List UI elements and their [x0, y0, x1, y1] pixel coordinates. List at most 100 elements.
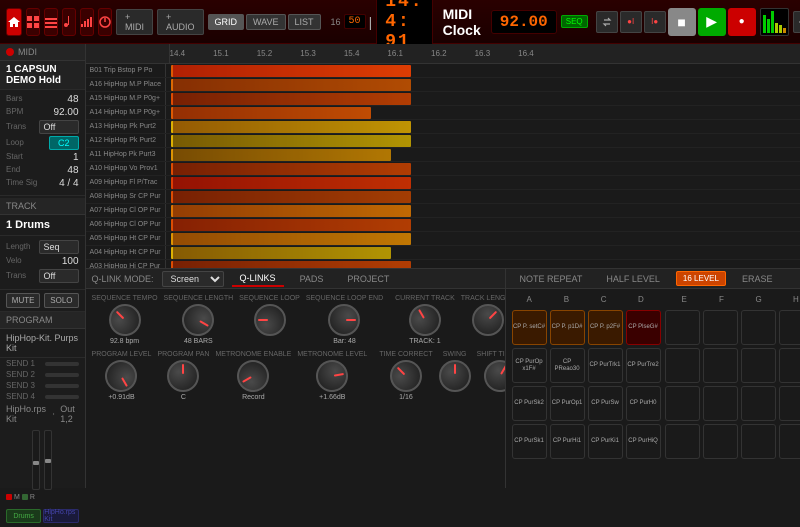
pad-c2[interactable]: CP PurTrk1 [588, 348, 623, 383]
track-clips-a04[interactable] [166, 246, 800, 259]
wave-tab[interactable]: WAVE [246, 14, 286, 30]
track-clips-a10[interactable] [166, 162, 800, 175]
home-button[interactable] [6, 8, 22, 36]
punch-in-button[interactable]: ●I [620, 11, 642, 33]
pad-f2[interactable] [703, 348, 738, 383]
pad-b1[interactable]: CP P. p1D# [550, 310, 585, 345]
pad-g3[interactable] [741, 386, 776, 421]
program-level-knob[interactable] [100, 354, 144, 398]
track-clips-b01[interactable] [166, 64, 800, 77]
kit-pad[interactable]: HipHo.rps Kit [43, 509, 78, 523]
m-button[interactable]: M [14, 494, 20, 501]
seq-length-knob[interactable] [176, 298, 220, 342]
pad-d4[interactable]: CP PurHiQ [626, 424, 661, 459]
pad-h1[interactable] [779, 310, 800, 345]
track-clips-a06[interactable] [166, 218, 800, 231]
length-dropdown[interactable]: Seq [39, 240, 79, 254]
pad-a4[interactable]: CP PurSk1 [512, 424, 547, 459]
loop-value[interactable]: C2 [49, 136, 79, 150]
track-clips-a05[interactable] [166, 232, 800, 245]
channel-fader-2[interactable] [44, 430, 52, 490]
metronome-enable-knob[interactable] [232, 354, 276, 398]
pad-h4[interactable] [779, 424, 800, 459]
track-clips-a16[interactable] [166, 78, 800, 91]
track-length-knob[interactable] [465, 297, 504, 342]
track-clips-a12[interactable] [166, 134, 800, 147]
swing-knob[interactable] [439, 360, 471, 392]
drums-pad[interactable]: Drums [6, 509, 41, 523]
pad-h2[interactable] [779, 348, 800, 383]
pad-f3[interactable] [703, 386, 738, 421]
master-button[interactable] [98, 8, 112, 36]
pad-a3[interactable]: CP PurSk2 [512, 386, 547, 421]
program-pan-knob[interactable] [167, 360, 199, 392]
current-track-knob[interactable] [403, 298, 447, 342]
pad-g2[interactable] [741, 348, 776, 383]
end-value[interactable]: 48 [67, 165, 78, 176]
track-clips-a15[interactable] [166, 92, 800, 105]
velo-value[interactable]: 100 [62, 256, 79, 267]
qlinks-tab[interactable]: Q-LINKS [232, 271, 284, 287]
pad-h3[interactable] [779, 386, 800, 421]
bpm-value[interactable]: 92.00 [54, 107, 79, 118]
loop-button[interactable] [596, 11, 618, 33]
seq-tempo-knob[interactable] [102, 297, 147, 342]
settings-button[interactable] [793, 11, 800, 33]
project-tab-header[interactable]: PROJECT [339, 272, 397, 286]
pad-c4[interactable]: CP PurKi1 [588, 424, 623, 459]
pad-b4[interactable]: CP PurHi1 [550, 424, 585, 459]
grid-mode-button[interactable] [26, 8, 40, 36]
track-name[interactable]: 1 Drums [0, 215, 85, 236]
start-value[interactable]: 1 [73, 152, 79, 163]
pad-d2[interactable]: CP PurTre2 [626, 348, 661, 383]
erase-header[interactable]: ERASE [734, 272, 781, 286]
bpm-display[interactable]: 92.00 [491, 10, 557, 34]
qlinks-mode-select[interactable]: Screen Custom [162, 271, 224, 287]
midi-tab[interactable]: + MIDI [116, 9, 153, 35]
seq-loop-end-knob[interactable] [328, 304, 360, 336]
grid-tab[interactable]: GRID [208, 14, 245, 30]
shift-timing-knob[interactable] [478, 354, 505, 398]
pads-tab-header[interactable]: PADS [292, 272, 332, 286]
pad-a1[interactable]: CP P. setC# [512, 310, 547, 345]
track-clips-a09[interactable] [166, 176, 800, 189]
timesig-value[interactable]: 4 / 4 [59, 178, 78, 189]
record-button[interactable]: ● [728, 8, 756, 36]
pad-b2[interactable]: CP PReao30 [550, 348, 585, 383]
time-correct-knob[interactable] [383, 353, 428, 398]
pad-e3[interactable] [665, 386, 700, 421]
pad-f4[interactable] [703, 424, 738, 459]
trans2-dropdown[interactable]: Off [39, 269, 79, 283]
list-tab[interactable]: LIST [288, 14, 321, 30]
half-level-header[interactable]: HALF LEVEL [598, 272, 668, 286]
pad-e4[interactable] [665, 424, 700, 459]
note-mode-button[interactable] [62, 8, 76, 36]
track-clips-a14[interactable] [166, 106, 800, 119]
seq-loop-knob[interactable] [254, 304, 286, 336]
track-clips-a13[interactable] [166, 120, 800, 133]
track-clips-a11[interactable] [166, 148, 800, 161]
note-repeat-header[interactable]: NOTE REPEAT [512, 272, 591, 286]
trans-dropdown[interactable]: Off [39, 120, 79, 134]
track-clips-a08[interactable] [166, 190, 800, 203]
bars-value[interactable]: 48 [67, 94, 78, 105]
play-button[interactable]: ▶ [698, 8, 726, 36]
pad-d3[interactable]: CP PurH0 [626, 386, 661, 421]
pad-f1[interactable] [703, 310, 738, 345]
solo-button[interactable]: SOLO [44, 293, 78, 308]
16-level-header[interactable]: 16 LEVEL [676, 271, 726, 286]
pad-e2[interactable] [665, 348, 700, 383]
level-button[interactable] [80, 8, 94, 36]
mute-button[interactable]: MUTE [6, 293, 40, 308]
pad-g4[interactable] [741, 424, 776, 459]
pad-d1[interactable]: CP PlseG# [626, 310, 661, 345]
pad-e1[interactable] [665, 310, 700, 345]
pad-a2[interactable]: CP PurOp x1F# [512, 348, 547, 383]
pad-c1[interactable]: CP P. p2F# [588, 310, 623, 345]
r-button[interactable]: R [30, 494, 35, 501]
track-clips-a07[interactable] [166, 204, 800, 217]
pad-b3[interactable]: CP PurOp1 [550, 386, 585, 421]
pad-c3[interactable]: CP PurSw [588, 386, 623, 421]
punch-out-button[interactable]: I● [644, 11, 666, 33]
step-mode-button[interactable] [44, 8, 58, 36]
